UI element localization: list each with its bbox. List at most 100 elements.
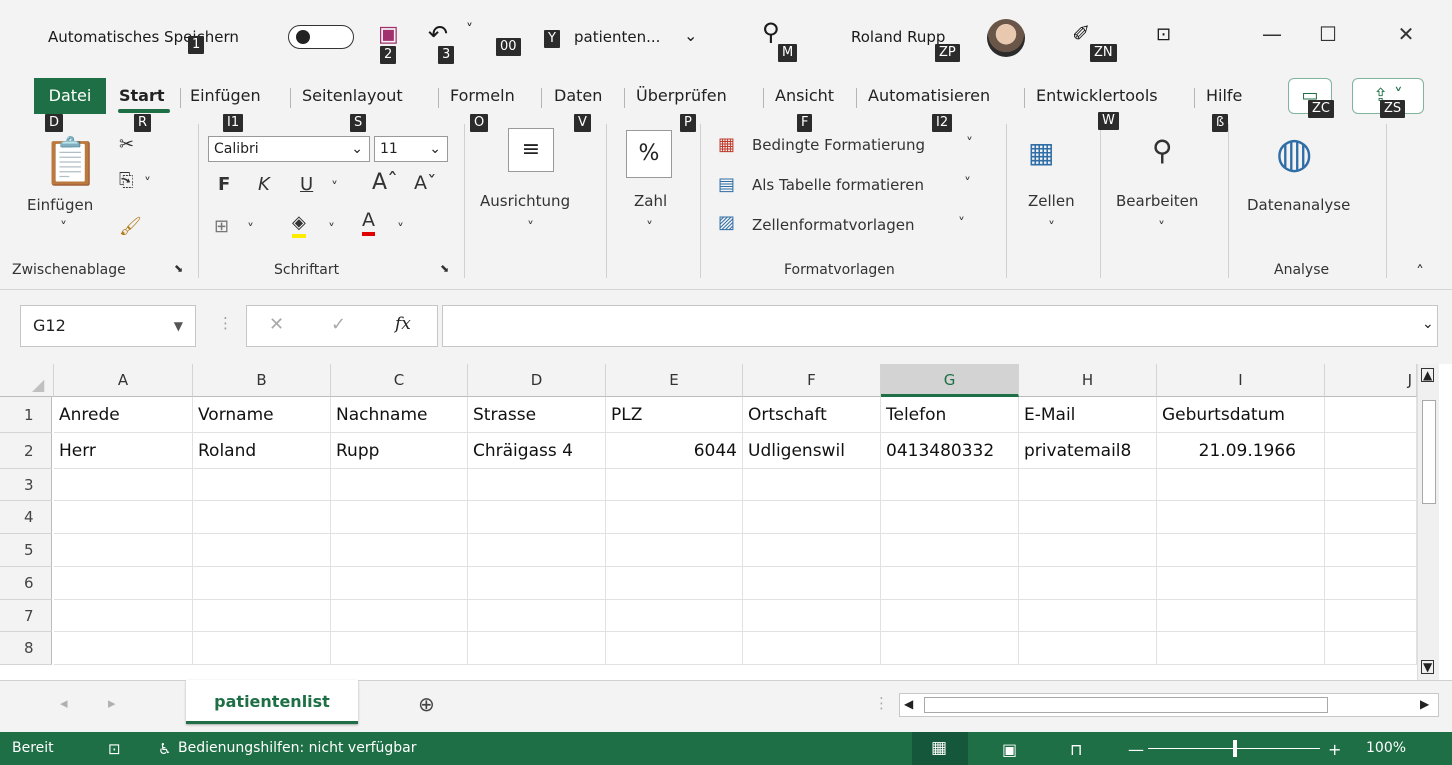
column-header-e[interactable]: E: [606, 364, 743, 397]
dialog-launcher-icon[interactable]: ⬊: [440, 262, 449, 275]
table-row[interactable]: [331, 534, 468, 567]
column-header-i[interactable]: I: [1157, 364, 1325, 397]
accessibility-status[interactable]: Bedienungshilfen: nicht verfügbar: [178, 740, 416, 756]
cell-d1[interactable]: Strasse: [468, 397, 606, 433]
cancel-icon[interactable]: ✕: [269, 314, 284, 335]
chevron-down-icon[interactable]: ˅: [144, 176, 151, 192]
normal-view-button[interactable]: ▦: [912, 732, 968, 765]
cell-i2[interactable]: 21.09.1966: [1157, 433, 1325, 469]
table-row[interactable]: [606, 534, 743, 567]
prev-sheet-icon[interactable]: ◂: [60, 694, 68, 712]
tab-ueberpruefen[interactable]: Überprüfen: [636, 86, 727, 105]
column-header-d[interactable]: D: [468, 364, 606, 397]
zoom-in-icon[interactable]: +: [1328, 740, 1341, 759]
cell-e1[interactable]: PLZ: [606, 397, 743, 433]
tab-daten[interactable]: Daten: [554, 86, 602, 105]
chevron-down-icon[interactable]: ˅: [527, 220, 534, 236]
page-break-icon[interactable]: ⊓: [1070, 740, 1082, 759]
table-row[interactable]: [468, 534, 606, 567]
copy-icon[interactable]: ⎘: [119, 170, 133, 191]
table-row[interactable]: [331, 469, 468, 501]
table-row[interactable]: [193, 534, 331, 567]
tab-einfuegen[interactable]: Einfügen: [190, 86, 261, 105]
cell-a1[interactable]: Anrede: [54, 397, 193, 433]
table-row[interactable]: [881, 469, 1019, 501]
chevron-down-icon[interactable]: ˅: [964, 176, 971, 192]
table-row[interactable]: [1157, 501, 1325, 534]
cut-icon[interactable]: ✂: [119, 134, 134, 155]
save-icon[interactable]: ▣: [378, 22, 399, 47]
table-row[interactable]: [1157, 632, 1325, 665]
tab-formeln[interactable]: Formeln: [450, 86, 515, 105]
table-row[interactable]: [743, 469, 881, 501]
table-row[interactable]: [1019, 534, 1157, 567]
underline-button[interactable]: U: [300, 174, 313, 195]
cell-e2[interactable]: 6044: [606, 433, 743, 469]
cell-d2[interactable]: Chräigass 4: [468, 433, 606, 469]
table-row[interactable]: [1325, 567, 1417, 600]
chevron-down-icon[interactable]: ⌄: [1422, 316, 1434, 332]
column-header-g[interactable]: G: [881, 364, 1019, 397]
column-header-a[interactable]: A: [54, 364, 193, 397]
column-header-j[interactable]: J: [1325, 364, 1417, 397]
cells-label[interactable]: Zellen: [1028, 192, 1075, 210]
table-row[interactable]: [1157, 534, 1325, 567]
column-header-b[interactable]: B: [193, 364, 331, 397]
format-painter-icon[interactable]: 🖌: [119, 216, 142, 237]
table-row[interactable]: [606, 567, 743, 600]
cell-a2[interactable]: Herr: [54, 433, 193, 469]
scroll-right-icon[interactable]: ▶: [1420, 697, 1429, 711]
tab-hilfe[interactable]: Hilfe: [1206, 86, 1242, 105]
cell-i1[interactable]: Geburtsdatum: [1157, 397, 1325, 433]
table-row[interactable]: [1325, 534, 1417, 567]
table-row[interactable]: [54, 501, 193, 534]
chevron-down-icon[interactable]: ˅: [331, 180, 338, 196]
table-row[interactable]: [1325, 501, 1417, 534]
table-row[interactable]: [1157, 469, 1325, 501]
table-row[interactable]: [1157, 567, 1325, 600]
row-header-2[interactable]: 2: [0, 433, 52, 469]
table-row[interactable]: [881, 632, 1019, 665]
table-row[interactable]: [331, 501, 468, 534]
editing-label[interactable]: Bearbeiten: [1116, 192, 1198, 210]
alignment-icon[interactable]: ≡: [508, 128, 554, 172]
table-row[interactable]: [331, 632, 468, 665]
cell-j1[interactable]: [1325, 397, 1417, 433]
name-box[interactable]: G12 ▼: [20, 305, 196, 347]
table-row[interactable]: [54, 534, 193, 567]
page-layout-icon[interactable]: ▣: [1002, 740, 1017, 759]
chevron-down-icon[interactable]: ˅: [60, 220, 67, 236]
minimize-button[interactable]: —: [1252, 22, 1292, 46]
cell-styles-icon[interactable]: ▨: [718, 212, 735, 233]
chevron-down-icon[interactable]: ˅: [247, 222, 254, 238]
row-header-3[interactable]: 3: [0, 469, 52, 501]
cell-h1[interactable]: E-Mail: [1019, 397, 1157, 433]
close-button[interactable]: ✕: [1386, 22, 1426, 46]
table-row[interactable]: [193, 501, 331, 534]
avatar[interactable]: [987, 19, 1025, 57]
ribbon-display-icon[interactable]: ⊡: [1156, 24, 1171, 45]
table-row[interactable]: [1157, 600, 1325, 632]
font-color-icon[interactable]: A: [362, 208, 375, 236]
table-row[interactable]: [331, 600, 468, 632]
table-row[interactable]: [743, 600, 881, 632]
tab-seitenlayout[interactable]: Seitenlayout: [302, 86, 403, 105]
vertical-scrollbar[interactable]: ▲ ▼: [1417, 364, 1439, 680]
table-row[interactable]: [1019, 632, 1157, 665]
shrink-font-icon[interactable]: Aˇ: [414, 172, 437, 194]
font-name-select[interactable]: Calibri ⌄: [208, 136, 370, 162]
paste-label[interactable]: Einfügen: [27, 196, 93, 214]
table-row[interactable]: [1325, 600, 1417, 632]
column-header-f[interactable]: F: [743, 364, 881, 397]
scroll-up-icon[interactable]: ▲: [1421, 368, 1435, 382]
table-row[interactable]: [881, 567, 1019, 600]
table-row[interactable]: [54, 600, 193, 632]
chevron-down-icon[interactable]: ˅: [966, 136, 973, 152]
filename[interactable]: patienten...: [574, 28, 660, 46]
row-header-6[interactable]: 6: [0, 567, 52, 600]
alignment-label[interactable]: Ausrichtung: [480, 192, 570, 210]
cell-f2[interactable]: Udligenswil: [743, 433, 881, 469]
column-header-h[interactable]: H: [1019, 364, 1157, 397]
table-row[interactable]: [743, 501, 881, 534]
cell-b1[interactable]: Vorname: [193, 397, 331, 433]
